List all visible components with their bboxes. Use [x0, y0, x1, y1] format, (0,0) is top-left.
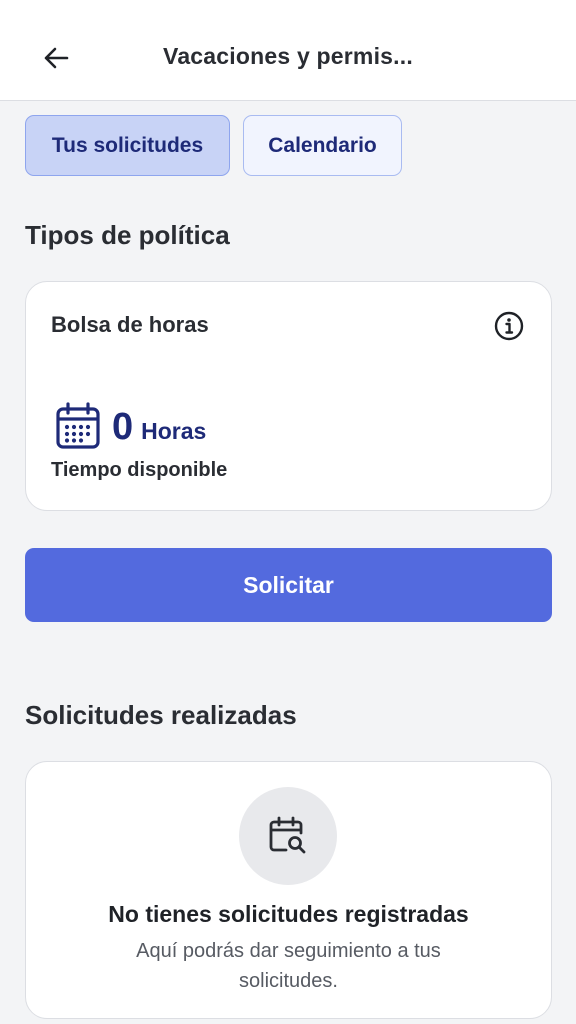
tab-tus-solicitudes[interactable]: Tus solicitudes: [25, 115, 230, 176]
requests-heading: Solicitudes realizadas: [25, 700, 297, 730]
empty-state-description: Aquí podrás dar seguimiento a tus solici…: [136, 940, 441, 992]
hours-value: 0: [112, 406, 134, 448]
calendar-icon: [56, 402, 100, 449]
policy-types-heading: Tipos de política: [25, 220, 230, 250]
empty-state-title: No tienes solicitudes registradas: [108, 901, 469, 927]
top-app-bar: Vacaciones y permis...: [0, 0, 576, 101]
empty-state-icon-circle: [239, 787, 337, 885]
info-icon[interactable]: [493, 310, 525, 342]
calendar-search-icon: [269, 816, 306, 854]
policy-card[interactable]: Bolsa de horas 0 Horas Tiempo disponible: [25, 281, 552, 511]
hours-unit: Horas: [141, 418, 207, 444]
page-title: Vacaciones y permis...: [163, 43, 413, 69]
tab-bar: Tus solicitudes Calendario: [25, 115, 402, 176]
request-button[interactable]: Solicitar: [25, 548, 552, 622]
empty-state-card: No tienes solicitudes registradas Aquí p…: [25, 761, 552, 1019]
availability-label: Tiempo disponible: [51, 459, 228, 481]
available-hours: 0 Horas: [112, 406, 206, 449]
tab-calendario[interactable]: Calendario: [243, 115, 402, 176]
policy-name: Bolsa de horas: [51, 312, 209, 337]
